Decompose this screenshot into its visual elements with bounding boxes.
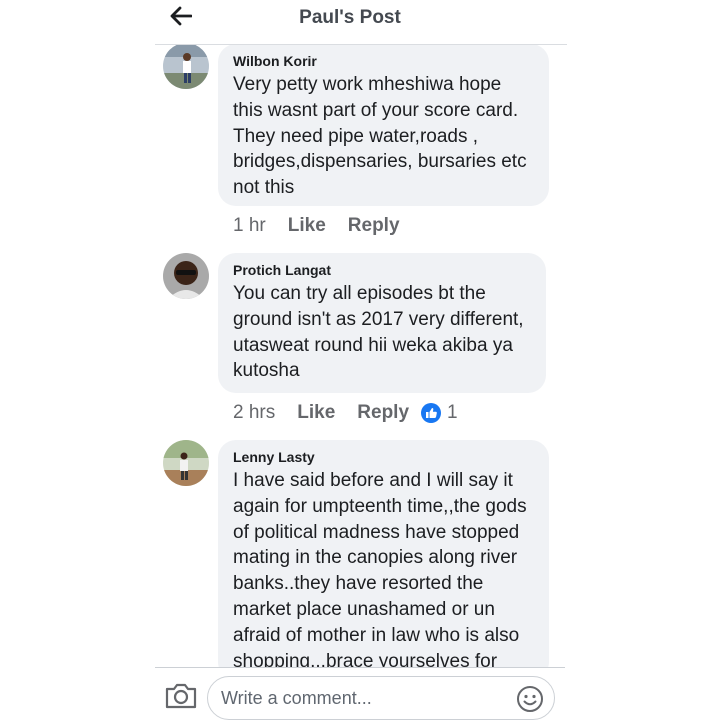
comment-author[interactable]: Wilbon Korir <box>233 52 534 70</box>
comment-author[interactable]: Protich Langat <box>233 261 531 279</box>
comment-author[interactable]: Lenny Lasty <box>233 448 534 466</box>
reaction-summary[interactable]: 1 <box>421 402 458 424</box>
avatar[interactable] <box>163 45 209 89</box>
comment-actions: 2 hrs Like Reply 1 <box>233 402 458 424</box>
avatar[interactable] <box>163 440 209 486</box>
avatar[interactable] <box>163 253 209 299</box>
comment-composer <box>0 667 720 720</box>
comment-text: Very petty work mheshiwa hope this wasnt… <box>233 74 527 199</box>
comment-timestamp[interactable]: 1 hr <box>233 215 266 237</box>
emoji-button[interactable] <box>516 685 544 713</box>
composer-divider <box>155 667 565 668</box>
comment-bubble[interactable]: Lenny Lasty I have said before and I wil… <box>218 440 549 667</box>
page-title: Paul's Post <box>299 7 401 28</box>
camera-icon <box>165 683 197 709</box>
comment-bubble[interactable]: Protich Langat You can try all episodes … <box>218 253 546 393</box>
thumbs-up-icon <box>421 403 442 423</box>
comment-text: I have said before and I will say it aga… <box>233 470 527 667</box>
back-button[interactable] <box>166 2 196 30</box>
comment-bubble[interactable]: Wilbon Korir Very petty work mheshiwa ho… <box>218 45 549 206</box>
comment-input[interactable] <box>207 676 555 720</box>
reply-button[interactable]: Reply <box>357 402 409 424</box>
reply-button[interactable]: Reply <box>348 215 400 237</box>
arrow-left-icon <box>170 6 192 26</box>
smiley-icon <box>517 686 543 712</box>
comment-list[interactable]: Wilbon Korir Very petty work mheshiwa ho… <box>0 45 720 667</box>
reaction-count: 1 <box>447 402 458 423</box>
comment-text: You can try all episodes bt the ground i… <box>233 283 524 382</box>
top-bar: Paul's Post <box>0 0 720 44</box>
camera-button[interactable] <box>164 681 198 711</box>
like-button[interactable]: Like <box>288 215 326 237</box>
like-button[interactable]: Like <box>297 402 335 424</box>
comment-actions: 1 hr Like Reply <box>233 215 422 237</box>
comment-timestamp[interactable]: 2 hrs <box>233 402 275 424</box>
